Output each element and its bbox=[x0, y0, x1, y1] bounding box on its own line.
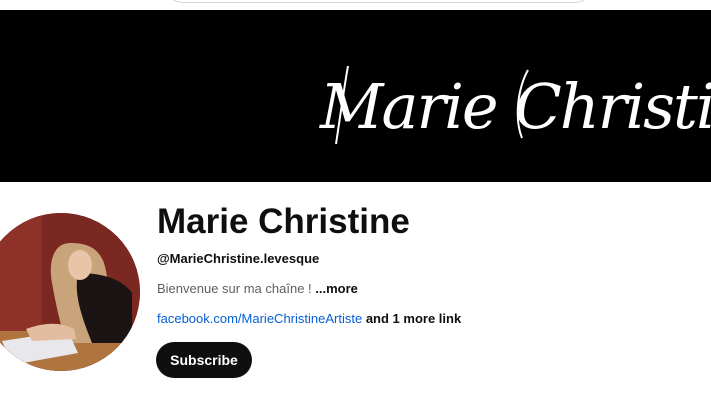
channel-handle: @MarieChristine.levesque bbox=[157, 251, 320, 266]
banner-signature-text: Marie Christine bbox=[319, 70, 711, 143]
channel-banner: Marie Christine bbox=[0, 10, 711, 182]
more-links-button[interactable]: and 1 more link bbox=[362, 311, 461, 326]
channel-description[interactable]: Bienvenue sur ma chaîne ! ...more bbox=[157, 281, 358, 296]
channel-name: Marie Christine bbox=[157, 202, 410, 241]
banner-signature-art: Marie Christine bbox=[319, 65, 711, 145]
banner-signature: Marie Christine bbox=[318, 48, 711, 158]
subscribe-button[interactable]: Subscribe bbox=[156, 342, 252, 378]
more-link[interactable]: ...more bbox=[315, 281, 358, 296]
facebook-link[interactable]: facebook.com/MarieChristineArtiste bbox=[157, 311, 362, 326]
description-text: Bienvenue sur ma chaîne ! bbox=[157, 281, 316, 296]
channel-avatar[interactable] bbox=[0, 213, 140, 371]
channel-links: facebook.com/MarieChristineArtiste and 1… bbox=[157, 311, 461, 326]
avatar-photo bbox=[0, 213, 140, 371]
top-bar bbox=[0, 0, 711, 10]
search-box-edge[interactable] bbox=[168, 0, 590, 3]
